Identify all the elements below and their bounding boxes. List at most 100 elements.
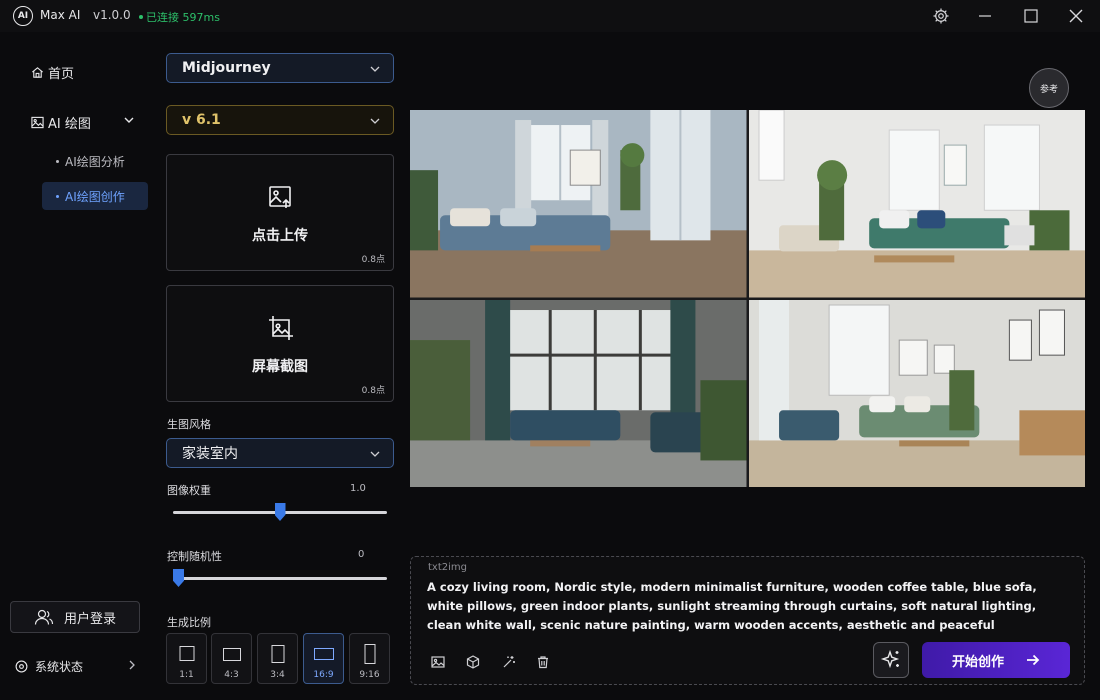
maximize-icon — [1024, 9, 1038, 23]
living-room-image — [748, 110, 1085, 298]
ratio-option-9-16[interactable]: 9:16 — [349, 633, 390, 684]
ratio-option-label: 9:16 — [359, 670, 380, 680]
screenshot-area[interactable]: 屏幕截图 0.8点 — [166, 285, 394, 402]
connection-dot-icon — [139, 15, 143, 19]
sidebar: 首页 AI 绘图 AI绘图分析 AI绘图创作 用户登录 系统状态 — [0, 32, 150, 700]
app-title: Max AI — [40, 8, 81, 22]
cube-icon — [466, 655, 480, 669]
ratio-option-3-4[interactable]: 3:4 — [257, 633, 298, 684]
randomness-slider-thumb[interactable] — [173, 569, 184, 587]
ratio-option-label: 1:1 — [179, 670, 194, 680]
settings-button[interactable] — [921, 0, 961, 32]
sparkle-icon — [880, 649, 900, 669]
sidebar-item-ai-drawing[interactable]: AI 绘图 — [30, 113, 135, 132]
enhance-prompt-button[interactable] — [873, 642, 909, 678]
close-button[interactable] — [1056, 0, 1096, 32]
upload-label: 点击上传 — [252, 228, 308, 244]
model-select-value: Midjourney — [182, 60, 271, 76]
image-upload-icon — [269, 186, 291, 208]
prompt-box: txt2img A cozy living room, Nordic style… — [410, 556, 1085, 685]
generated-image-4[interactable] — [748, 299, 1085, 487]
prompt-input[interactable]: A cozy living room, Nordic style, modern… — [427, 578, 1072, 638]
reference-button-label: 参考 — [1039, 84, 1058, 95]
generated-image-grid — [410, 110, 1085, 487]
connection-text: 已连接 597ms — [146, 11, 220, 24]
sidebar-subitem-creation[interactable]: AI绘图创作 — [42, 182, 148, 210]
generated-image-3[interactable] — [410, 299, 747, 487]
style-select[interactable]: 家装室内 — [166, 438, 394, 468]
system-status-item[interactable]: 系统状态 — [15, 658, 137, 675]
upload-cost: 0.8点 — [361, 255, 385, 265]
chevron-down-icon — [370, 451, 380, 457]
landscape-ratio-icon — [222, 648, 241, 661]
randomness-slider[interactable] — [173, 569, 387, 587]
ratio-option-16-9[interactable]: 16:9 — [303, 633, 344, 684]
minimize-button[interactable] — [965, 0, 1005, 32]
randomness-value: 0 — [358, 549, 365, 560]
sidebar-subitem-analysis[interactable]: AI绘图分析 — [56, 151, 125, 171]
ratio-option-label: 4:3 — [224, 670, 239, 680]
sidebar-item-label: 首页 — [48, 67, 75, 82]
app-version: v1.0.0 — [93, 8, 131, 22]
ratio-option-4-3[interactable]: 4:3 — [211, 633, 252, 684]
style-select-value: 家装室内 — [182, 446, 238, 462]
image-weight-slider-thumb[interactable] — [274, 503, 286, 521]
chevron-down-icon — [370, 118, 380, 124]
generated-image-1[interactable] — [410, 110, 747, 298]
bullet-icon — [56, 159, 59, 163]
upload-image-area[interactable]: 点击上传 0.8点 — [166, 154, 394, 271]
image-icon — [431, 656, 445, 668]
login-label: 用户登录 — [63, 611, 116, 627]
user-icon — [34, 609, 54, 625]
living-room-image — [748, 299, 1085, 487]
trash-icon — [538, 656, 548, 669]
maximize-button[interactable] — [1011, 0, 1051, 32]
chevron-down-icon — [123, 114, 135, 130]
randomness-label: 控制随机性 — [167, 550, 222, 563]
version-select-value: v 6.1 — [182, 112, 221, 128]
connection-status: 已连接 597ms — [139, 9, 220, 25]
version-select[interactable]: v 6.1 — [166, 105, 394, 135]
status-icon — [15, 660, 28, 673]
prompt-mode-label: txt2img — [428, 562, 467, 573]
magic-wand-icon — [503, 656, 515, 668]
control-panel: Midjourney v 6.1 点击上传 0.8点 屏幕截图 0.8点 生图风… — [150, 32, 406, 700]
sidebar-item-home[interactable]: 首页 — [30, 63, 74, 82]
reference-button[interactable]: 参考 — [1029, 68, 1069, 108]
user-login-button[interactable]: 用户登录 — [10, 601, 140, 633]
living-room-image — [410, 299, 747, 487]
image-icon — [30, 116, 44, 130]
screenshot-label: 屏幕截图 — [252, 359, 308, 375]
sidebar-subitem-label: AI绘图创作 — [65, 189, 125, 204]
ratio-option-label: 3:4 — [270, 670, 285, 680]
screenshot-icon — [269, 316, 293, 340]
image-tool-button[interactable] — [430, 654, 446, 670]
ratio-label: 生成比例 — [167, 616, 211, 629]
delete-button[interactable] — [535, 654, 551, 670]
image-weight-value: 1.0 — [350, 483, 366, 494]
model-select[interactable]: Midjourney — [166, 53, 394, 83]
magic-wand-tool-button[interactable] — [501, 654, 517, 670]
chevron-down-icon — [370, 66, 380, 72]
gear-icon — [933, 8, 949, 24]
ratio-option-1-1[interactable]: 1:1 — [166, 633, 207, 684]
start-create-button[interactable]: 开始创作 — [922, 642, 1070, 678]
create-button-label: 开始创作 — [951, 654, 1004, 670]
living-room-image — [410, 110, 747, 298]
image-weight-slider[interactable] — [173, 503, 387, 521]
square-ratio-icon — [179, 646, 194, 661]
generated-image-2[interactable] — [748, 110, 1085, 298]
bullet-icon — [56, 194, 59, 198]
widescreen-ratio-icon — [313, 648, 334, 660]
minimize-icon — [979, 15, 991, 17]
sidebar-subitem-label: AI绘图分析 — [65, 154, 125, 169]
cube-tool-button[interactable] — [465, 654, 481, 670]
screenshot-cost: 0.8点 — [361, 386, 385, 396]
style-label: 生图风格 — [167, 418, 211, 431]
close-icon — [1069, 9, 1083, 23]
app-logo-icon: AI — [13, 6, 33, 26]
chevron-right-icon — [129, 660, 135, 670]
system-status-label: 系统状态 — [35, 660, 84, 674]
image-weight-label: 图像权重 — [167, 484, 211, 497]
title-bar: AI Max AI v1.0.0 已连接 597ms — [0, 0, 1100, 32]
